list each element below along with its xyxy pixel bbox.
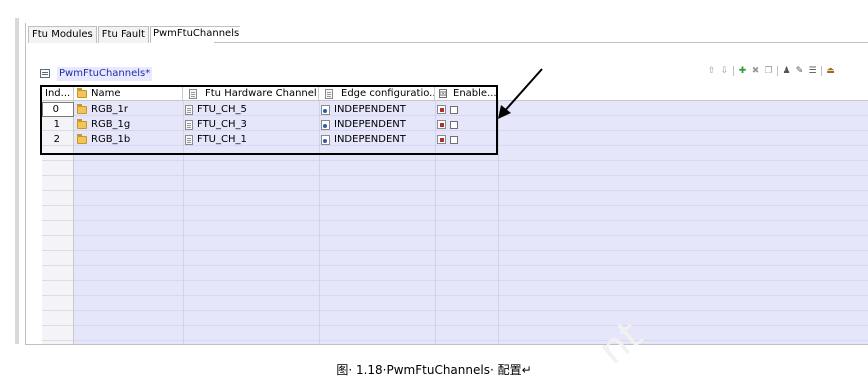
tab-pwm-ftu-channels[interactable]: PwmFtuChannels — [149, 26, 260, 43]
list-icon[interactable]: ☰ — [808, 66, 817, 76]
table-toolbar: ⇧ ⇩ ✚ ✖ ❐ ♟ ✎ ☰ ⏏ — [707, 66, 835, 76]
toolbar-separator — [733, 66, 734, 76]
left-margin-rule — [15, 18, 19, 344]
tab-ftu-modules[interactable]: Ftu Modules — [28, 26, 97, 43]
delete-icon[interactable]: ✖ — [751, 66, 760, 76]
annotation-arrow-icon — [498, 68, 543, 119]
move-down-icon[interactable]: ⇩ — [720, 66, 729, 76]
tab-bar: Ftu Modules Ftu Fault PwmFtuChannels — [28, 25, 260, 43]
table-icon — [40, 69, 50, 78]
annotation-highlight-box — [40, 85, 498, 155]
section-title: PwmFtuChannels* — [57, 67, 153, 81]
move-up-icon[interactable]: ⇧ — [707, 66, 716, 76]
figure-caption: 图· 1.18·PwmFtuChannels· 配置↵ — [336, 363, 532, 377]
toolbar-separator — [777, 66, 778, 76]
export-icon[interactable]: ⏏ — [826, 66, 835, 76]
add-icon[interactable]: ✚ — [738, 66, 747, 76]
copy-icon[interactable]: ❐ — [764, 66, 773, 76]
tab-underline — [214, 42, 868, 43]
toolbar-separator — [821, 66, 822, 76]
column-divider — [498, 101, 499, 344]
tab-ftu-fault[interactable]: Ftu Fault — [97, 26, 149, 43]
person-icon[interactable]: ♟ — [782, 66, 791, 76]
edit-icon[interactable]: ✎ — [795, 66, 804, 76]
